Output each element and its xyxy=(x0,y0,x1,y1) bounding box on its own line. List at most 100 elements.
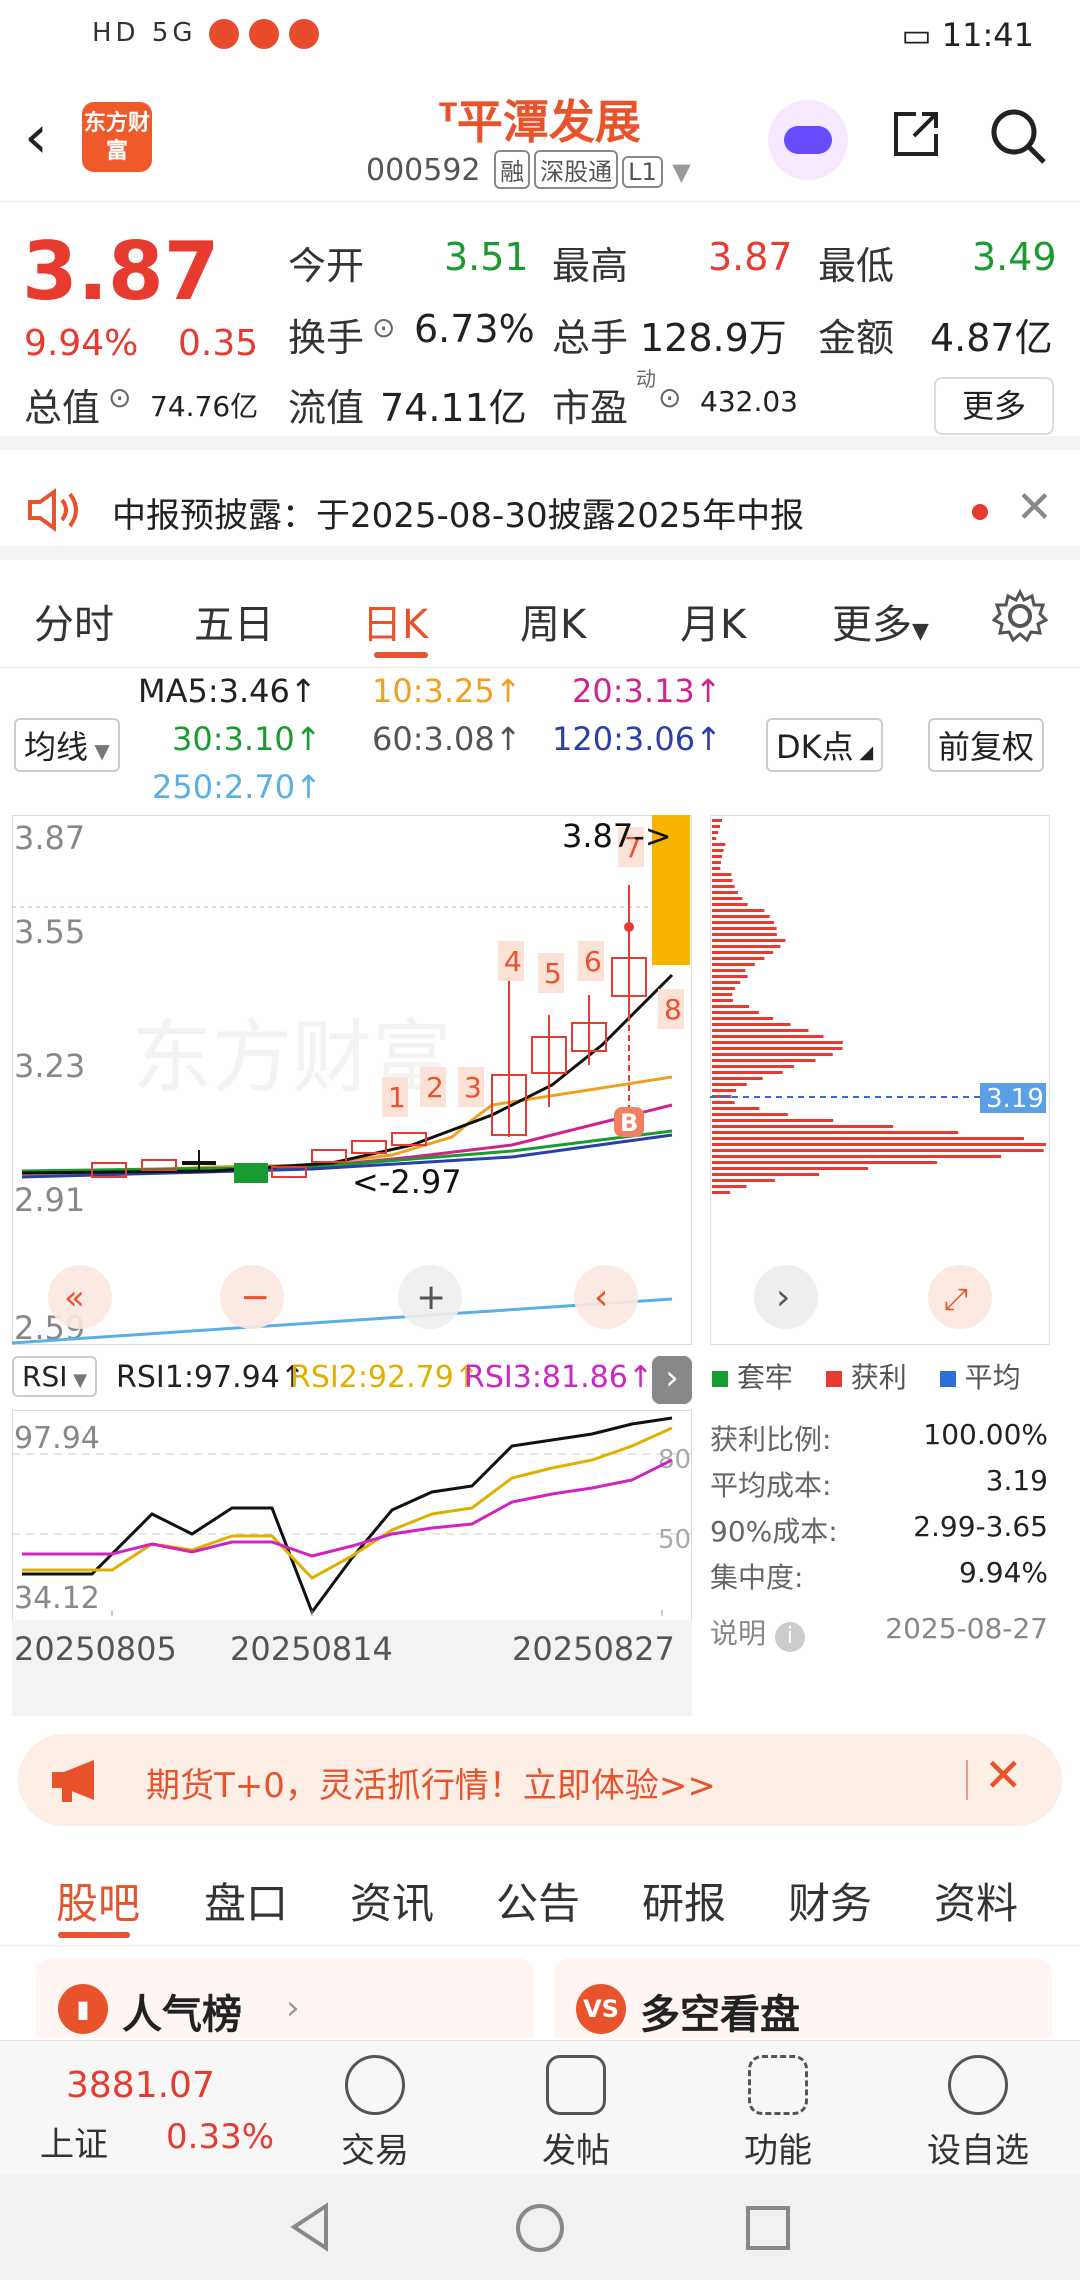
corner-icon: ◢ xyxy=(853,742,874,763)
notice-bar[interactable]: 中报预披露：于2025-08-30披露2025年中报 ✕ xyxy=(0,460,1080,560)
stock-code-row[interactable]: 000592 融深股通 L1 ▼ xyxy=(366,150,691,189)
tab-research[interactable]: 研报 xyxy=(642,1870,726,1931)
info-icon[interactable]: ⊙ xyxy=(108,381,131,414)
profile-bar xyxy=(712,1107,760,1110)
bull-bear-card[interactable]: VS 多空看盘 xyxy=(554,1958,1052,2038)
quote-panel: 3.87 9.94% 0.35 今开 3.51 最高 3.87 最低 3.49 … xyxy=(0,205,1080,450)
nav-functions-label: 功能 xyxy=(744,2131,812,2171)
profile-bar xyxy=(712,1011,759,1014)
tab-weekly-k[interactable]: 周K xyxy=(520,592,586,650)
rsi-bottom-label: 34.12 xyxy=(14,1581,100,1616)
concentration-value: 9.94% xyxy=(959,1556,1048,1589)
profile-bar xyxy=(712,891,738,894)
profile-bar xyxy=(712,879,733,882)
index-name[interactable]: 上证 xyxy=(40,2117,108,2166)
index-value[interactable]: 3881.07 xyxy=(66,2065,215,2106)
rsi3-text: RSI3:81.86↑ xyxy=(464,1360,653,1395)
dk-point-button[interactable]: DK点 ◢ xyxy=(766,718,884,772)
total-value-label: 总值 xyxy=(24,386,101,430)
tab-finance[interactable]: 财务 xyxy=(788,1870,872,1931)
profile-bar xyxy=(712,927,777,930)
tab-announcements[interactable]: 公告 xyxy=(496,1870,580,1931)
promo-close-icon[interactable]: ✕ xyxy=(984,1748,1023,1802)
note-label[interactable]: 说明 xyxy=(710,1617,766,1650)
profile-bar xyxy=(712,1161,938,1164)
minus-icon: − xyxy=(240,1277,270,1318)
total-value: 74.76亿 xyxy=(150,390,259,423)
dropdown-icon: ▼ xyxy=(88,739,110,763)
tab-intraday[interactable]: 分时 xyxy=(34,592,114,650)
profile-bar xyxy=(712,1113,788,1116)
nav-post[interactable]: 发帖 xyxy=(506,2055,646,2172)
turnover-value: 6.73% xyxy=(414,307,535,351)
info-icon[interactable]: ⊙ xyxy=(372,311,395,344)
search-icon[interactable] xyxy=(988,106,1048,166)
tab-more[interactable]: 更多▼ xyxy=(832,592,929,650)
promo-banner[interactable]: 期货T+0，灵活抓行情！立即体验>> ✕ xyxy=(18,1734,1062,1826)
popularity-card[interactable]: ▮ 人气榜 › xyxy=(36,1958,534,2038)
tab-five-day[interactable]: 五日 xyxy=(194,592,274,650)
profile-bar xyxy=(712,867,721,870)
y-label-4: 2.91 xyxy=(14,1181,85,1219)
rsi-selector[interactable]: RSI ▼ xyxy=(12,1356,98,1397)
nav-add-watchlist[interactable]: 设自选 xyxy=(908,2055,1048,2172)
tab-daily-k[interactable]: 日K xyxy=(362,592,428,650)
ma-selector[interactable]: 均线 ▼ xyxy=(14,718,120,772)
legend-trapped: 套牢 xyxy=(736,1361,793,1394)
home-circle-icon[interactable] xyxy=(514,2202,566,2254)
close-icon[interactable]: ✕ xyxy=(1016,482,1053,533)
tab-orderbook[interactable]: 盘口 xyxy=(204,1870,288,1931)
cost-legend: 套牢 获利 平均 xyxy=(712,1356,1021,1396)
nav-trade[interactable]: 交易 xyxy=(305,2055,445,2172)
share-icon[interactable] xyxy=(888,106,944,162)
tab-profile[interactable]: 资料 xyxy=(934,1870,1018,1931)
back-triangle-icon[interactable] xyxy=(286,2202,336,2252)
tab-monthly-k[interactable]: 月K xyxy=(680,592,746,650)
promo-divider xyxy=(966,1760,968,1800)
profile-bar xyxy=(712,909,765,912)
more-button[interactable]: 更多 xyxy=(934,377,1054,435)
popularity-card-label: 人气榜 xyxy=(122,1992,242,2038)
profile-bar xyxy=(712,1035,824,1038)
profile-bar xyxy=(712,1149,1044,1152)
stock-code: 000592 xyxy=(366,153,481,188)
signal-8: 8 xyxy=(664,993,682,1026)
kline-chart[interactable]: 东方财富 3.87 3.55 3.23 2.91 2.59 1 2 3 4 5 … xyxy=(12,815,692,1345)
cost-90-row: 90%成本: 2.99-3.65 xyxy=(710,1510,1050,1550)
rsi-top-label: 97.94 xyxy=(14,1421,100,1456)
profile-bar xyxy=(712,1047,843,1050)
rsi-80-label: 80 xyxy=(658,1445,691,1475)
ai-assistant-icon[interactable] xyxy=(768,100,848,180)
recents-square-icon[interactable] xyxy=(744,2204,792,2252)
profile-bar xyxy=(712,957,765,960)
profit-ratio-row: 获利比例: 100.00% xyxy=(710,1418,1050,1458)
adjust-button[interactable]: 前复权 xyxy=(928,718,1045,772)
profile-bar xyxy=(712,855,723,858)
profile-bar xyxy=(712,1143,1046,1146)
profile-bar xyxy=(712,1179,775,1182)
profile-bar xyxy=(712,999,734,1002)
chevron-right-icon: › xyxy=(776,1277,790,1318)
info-icon[interactable]: i xyxy=(774,1622,805,1652)
cost-date: 2025-08-27 xyxy=(885,1612,1048,1645)
tab-news[interactable]: 资讯 xyxy=(350,1870,434,1931)
profile-bar xyxy=(712,903,748,906)
expand-right-button[interactable]: › xyxy=(652,1356,692,1404)
nav-functions[interactable]: 功能 xyxy=(708,2055,848,2172)
legend-avg: 平均 xyxy=(964,1361,1021,1394)
cost-distribution-info: 套牢 获利 平均 获利比例: 100.00% 平均成本: 3.19 90%成本: 2.… xyxy=(710,1356,1050,1656)
gear-icon[interactable] xyxy=(992,588,1048,644)
profile-bar xyxy=(712,1131,959,1134)
status-left: HD 5G xyxy=(92,18,329,49)
profit-ratio-value: 100.00% xyxy=(923,1418,1048,1451)
low-value: 3.49 xyxy=(972,235,1057,279)
info-icon[interactable]: ⊙ xyxy=(658,381,681,414)
index-pct[interactable]: 0.33% xyxy=(166,2117,274,2157)
status-right: ▭ 11:41 xyxy=(901,16,1034,54)
tab-forum[interactable]: 股吧 xyxy=(56,1870,140,1931)
signal-1: 1 xyxy=(388,1081,406,1114)
promo-text: 期货T+0，灵活抓行情！立即体验>> xyxy=(146,1766,716,1806)
profile-bar xyxy=(712,825,721,828)
change-amount: 0.35 xyxy=(178,323,259,364)
low-marker: <-2.97 xyxy=(352,1163,462,1201)
